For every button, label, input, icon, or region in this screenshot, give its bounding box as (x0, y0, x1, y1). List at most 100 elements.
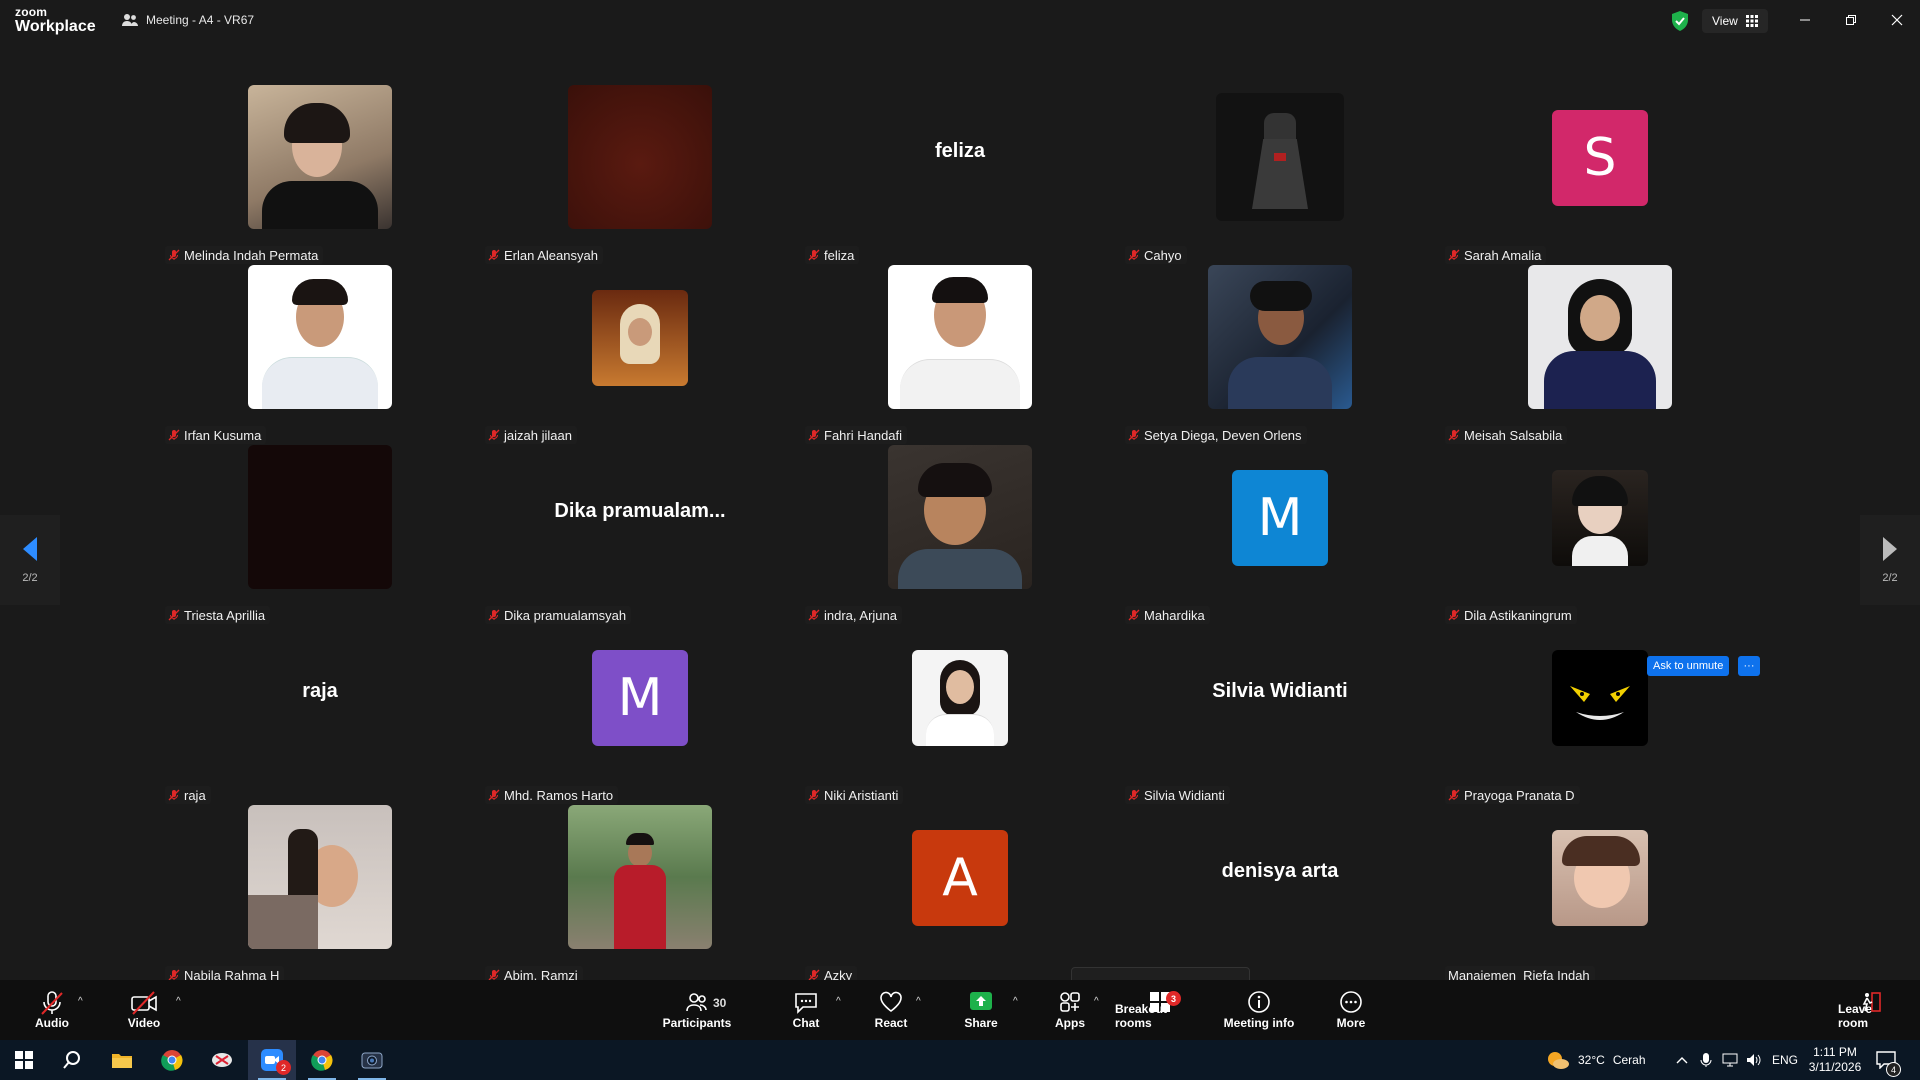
notifications-button[interactable]: 4 (1876, 1040, 1901, 1080)
show-hidden-icons-button[interactable] (1676, 1040, 1688, 1080)
mic-off-icon (168, 249, 180, 261)
chrome-profile-button[interactable] (298, 1040, 346, 1080)
clock-time: 1:11 PM (1813, 1045, 1857, 1059)
apps-button[interactable]: Apps (1050, 984, 1090, 1036)
people-icon (122, 14, 138, 26)
participant-tile[interactable]: Triesta Aprillia (160, 445, 480, 625)
participant-tile[interactable]: feliza feliza (800, 85, 1120, 265)
shield-icon[interactable] (1668, 9, 1692, 33)
ask-to-unmute-button[interactable]: Ask to unmute (1647, 656, 1730, 676)
participant-photo (1528, 265, 1672, 409)
participant-photo (248, 265, 392, 409)
audio-button[interactable]: Audio (27, 984, 77, 1036)
language-indicator[interactable]: ENG (1772, 1040, 1798, 1080)
weather-widget[interactable]: 32°C Cerah (1546, 1040, 1646, 1080)
participant-tile[interactable]: Meisah Salsabila (1440, 265, 1760, 445)
participant-name: Setya Diega, Deven Orlens (1144, 427, 1302, 443)
participants-button[interactable]: 30 Participants (661, 984, 733, 1036)
participant-name: Silvia Widianti (1144, 787, 1225, 803)
chat-options-caret[interactable]: ^ (836, 996, 841, 1007)
snipping-tool-button[interactable] (198, 1040, 246, 1080)
notification-count: 4 (1886, 1062, 1901, 1077)
participant-tile[interactable]: Setya Diega, Deven Orlens (1120, 265, 1440, 445)
camera-icon (361, 1052, 383, 1069)
participant-tile[interactable]: Dika pramualam... Dika pramualamsyah (480, 445, 800, 625)
close-button[interactable] (1883, 8, 1911, 32)
participant-tile[interactable]: Manajemen_Riefa Indah (1440, 805, 1760, 985)
video-button[interactable]: Video (119, 984, 169, 1036)
share-button[interactable]: Share (959, 984, 1003, 1036)
participant-name: Prayoga Pranata D (1464, 787, 1575, 803)
react-label: React (874, 1016, 908, 1030)
zoom-notification-badge: 2 (276, 1060, 291, 1075)
network-tray-button[interactable] (1722, 1040, 1738, 1080)
mic-off-icon (1128, 789, 1140, 801)
apps-icon (1060, 992, 1080, 1012)
restore-button[interactable] (1837, 8, 1865, 32)
participant-tile[interactable]: M Mahardika (1120, 445, 1440, 625)
participant-tile[interactable]: Cahyo (1120, 85, 1440, 265)
participant-name: indra, Arjuna (824, 607, 897, 623)
minimize-button[interactable] (1791, 8, 1819, 32)
participant-name-label: Cahyo (1125, 246, 1187, 264)
participant-tile[interactable]: Irfan Kusuma (160, 265, 480, 445)
restore-icon (1846, 15, 1856, 25)
participant-tile[interactable]: Dila Astikaningrum (1440, 445, 1760, 625)
participant-tile[interactable]: indra, Arjuna (800, 445, 1120, 625)
start-button[interactable] (0, 1040, 48, 1080)
participant-name-label: indra, Arjuna (805, 606, 902, 624)
participant-tile[interactable]: Melinda Indah Permata (160, 85, 480, 265)
file-explorer-button[interactable] (98, 1040, 146, 1080)
participant-tile[interactable]: denisya arta (1120, 805, 1440, 985)
meeting-info-button[interactable]: Meeting info (1222, 984, 1296, 1036)
microphone-tray-button[interactable] (1700, 1040, 1712, 1080)
share-screen-icon (970, 992, 992, 1010)
participant-name: Meisah Salsabila (1464, 427, 1563, 443)
participant-tile[interactable]: M Mhd. Ramos Harto (480, 625, 800, 805)
apps-options-caret[interactable]: ^ (1094, 996, 1099, 1007)
tile-more-options-button[interactable]: ··· (1738, 656, 1760, 676)
participants-label: Participants (662, 1016, 732, 1030)
chrome-button[interactable] (148, 1040, 196, 1080)
participant-name-label: Setya Diega, Deven Orlens (1125, 426, 1307, 444)
video-label: Video (127, 1016, 161, 1030)
camera-app-button[interactable] (348, 1040, 396, 1080)
volume-tray-button[interactable] (1746, 1040, 1762, 1080)
audio-options-caret[interactable]: ^ (78, 996, 83, 1007)
share-options-caret[interactable]: ^ (1013, 996, 1018, 1007)
participant-tile[interactable]: A Azky (800, 805, 1120, 985)
next-page-button[interactable]: 2/2 (1860, 515, 1920, 605)
participant-tile[interactable]: Prayoga Pranata D (1440, 625, 1760, 805)
mic-off-icon (488, 789, 500, 801)
participant-tile[interactable]: jaizah jilaan (480, 265, 800, 445)
participant-tile[interactable]: Fahri Handafi (800, 265, 1120, 445)
participant-tile[interactable]: Silvia Widianti Silvia Widianti (1120, 625, 1440, 805)
participant-name-label: Mhd. Ramos Harto (485, 786, 619, 804)
search-button[interactable] (48, 1040, 96, 1080)
participant-photo (912, 650, 1008, 746)
participant-name-label: Mahardika (1125, 606, 1210, 624)
cat-face-icon (1570, 686, 1630, 720)
zoom-taskbar-button[interactable]: 2 (248, 1040, 296, 1080)
participant-photo (1552, 650, 1648, 746)
participant-tile[interactable]: Niki Aristianti (800, 625, 1120, 805)
participant-tile[interactable]: raja raja (160, 625, 480, 805)
video-options-caret[interactable]: ^ (176, 996, 181, 1007)
leave-room-button[interactable]: Leave room (1838, 984, 1904, 1036)
previous-page-button[interactable]: 2/2 (0, 515, 60, 605)
weather-condition: Cerah (1612, 1053, 1646, 1067)
participant-tile[interactable]: Abim, Ramzi (480, 805, 800, 985)
more-button[interactable]: More (1333, 984, 1369, 1036)
react-button[interactable]: React (870, 984, 912, 1036)
breakout-rooms-button[interactable]: 3 Breakout rooms (1115, 984, 1203, 1036)
react-options-caret[interactable]: ^ (916, 996, 921, 1007)
participant-tile[interactable]: Erlan Aleansyah (480, 85, 800, 265)
heart-icon (880, 991, 902, 1012)
more-label: More (1336, 1016, 1366, 1030)
clock[interactable]: 1:11 PM 3/11/2026 (1808, 1040, 1862, 1080)
chat-button[interactable]: Chat (786, 984, 826, 1036)
participant-tile[interactable]: S Sarah Amalia (1440, 85, 1760, 265)
view-button[interactable]: View (1702, 9, 1768, 33)
participant-tile[interactable]: Nabila Rahma H (160, 805, 480, 985)
participant-name: Melinda Indah Permata (184, 247, 319, 263)
